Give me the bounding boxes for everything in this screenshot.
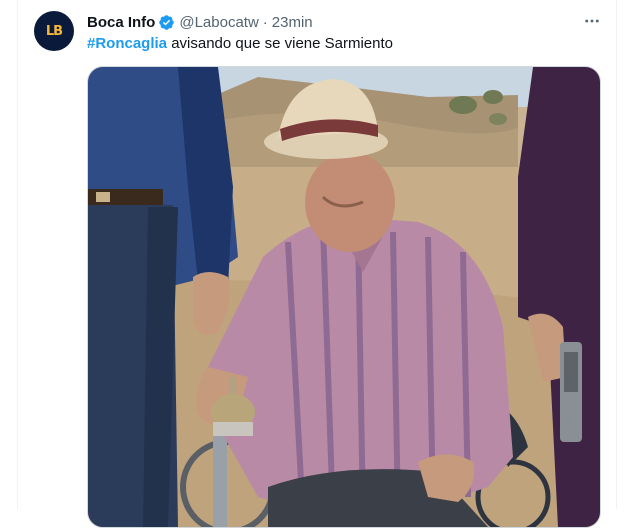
tweet-text: #Roncaglia avisando que se viene Sarmien… [87,34,393,54]
tweet-header: Boca Info @Labocatw · 23min [87,12,313,32]
timeline-divider-right [616,0,617,509]
author-handle[interactable]: @Labocatw [179,14,258,31]
timestamp[interactable]: 23min [272,14,313,31]
tweet-body: avisando que se viene Sarmiento [167,35,394,52]
video-frame [88,67,600,527]
author-name[interactable]: Boca Info [87,14,155,31]
tweet-card[interactable]: LB Boca Info @Labocatw · 23min #Roncagli… [0,0,634,528]
tweet-video[interactable] [87,66,601,528]
separator-dot: · [262,13,268,31]
more-horizontal-icon[interactable] [580,11,604,31]
avatar-logo: LB [45,23,63,39]
timeline-divider-left [17,0,18,509]
hashtag-link[interactable]: #Roncaglia [87,35,167,52]
avatar[interactable]: LB [34,11,74,51]
verified-badge-icon [158,14,175,31]
